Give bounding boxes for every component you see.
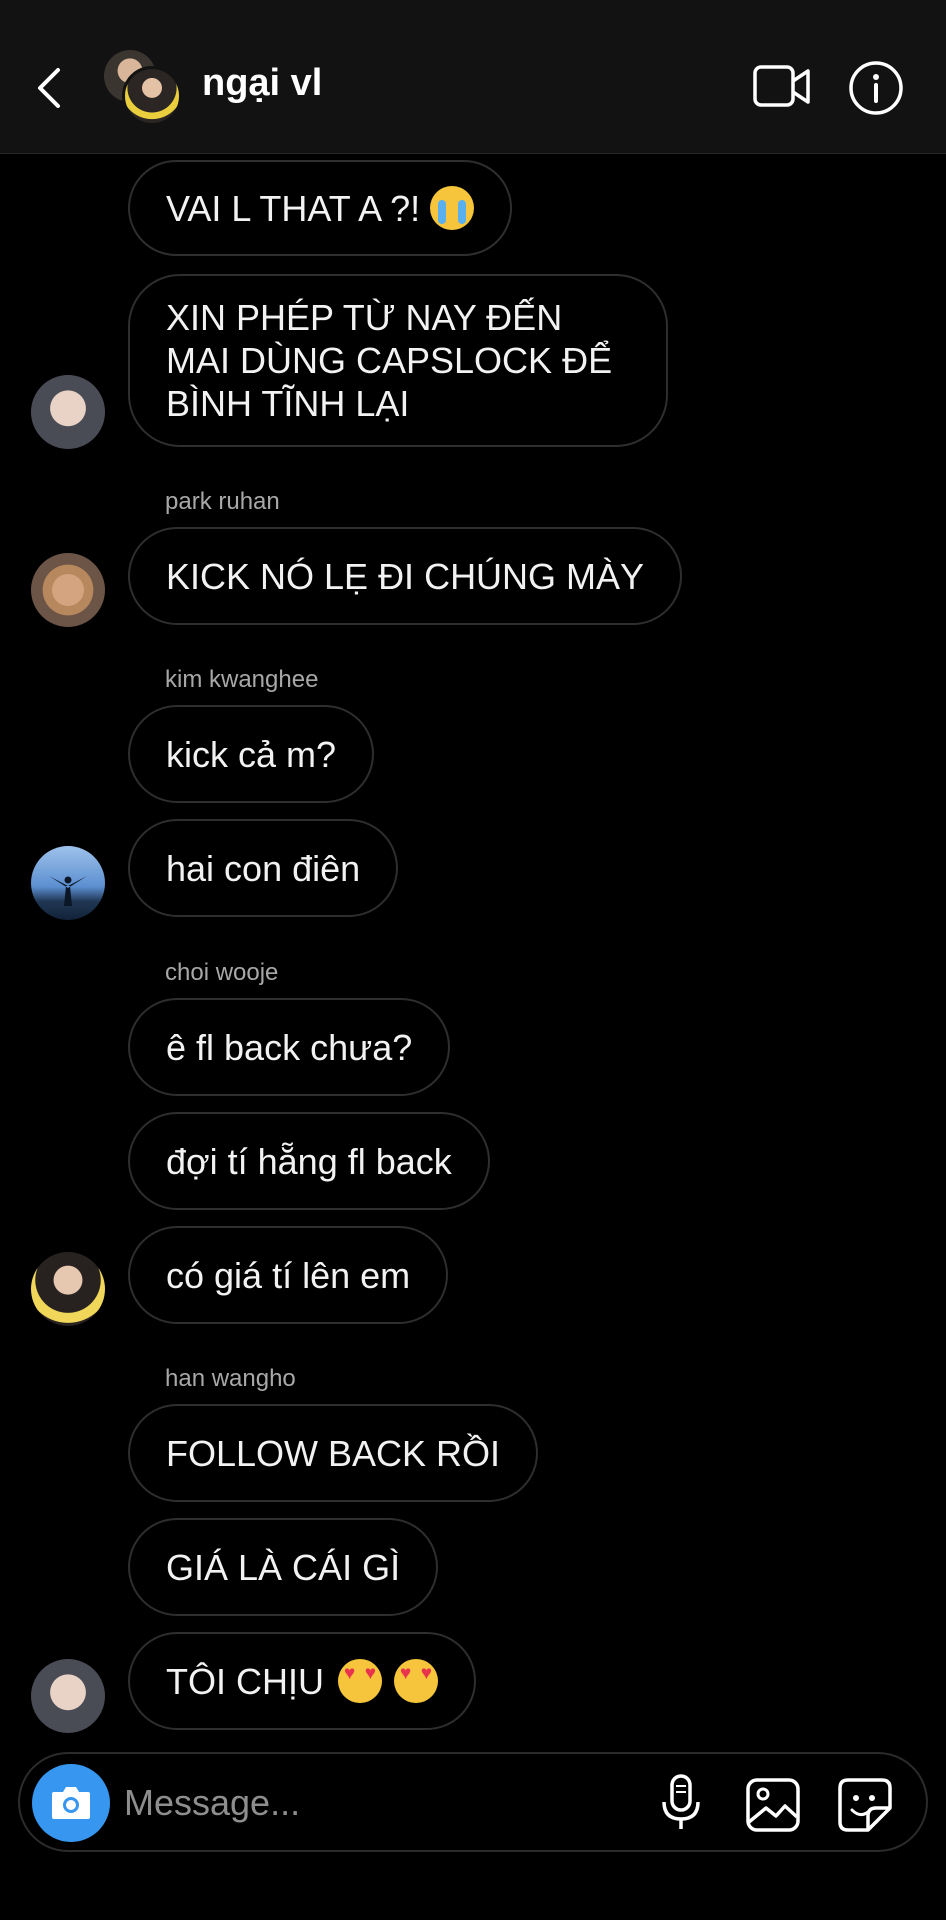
avatar[interactable] — [31, 375, 105, 449]
message-bubble[interactable]: đợi tí hẵng fl back — [128, 1112, 490, 1210]
message-text: hai con điên — [166, 847, 361, 889]
message-text: XIN PHÉP TỪ NAY ĐẾN MAI DÙNG CAPSLOCK ĐỂ… — [166, 297, 613, 424]
message-bubble[interactable]: KICK NÓ LẸ ĐI CHÚNG MÀY — [128, 527, 683, 625]
message-bubble[interactable]: hai con điên — [128, 819, 399, 917]
loudly-crying-face-icon — [430, 186, 475, 230]
message-text: VAI L THAT A ?! — [166, 187, 421, 229]
heart-eyes-emoji-icon — [338, 1659, 382, 1703]
avatar[interactable] — [31, 1252, 105, 1326]
message-bubble[interactable]: ê fl back chưa? — [128, 998, 451, 1096]
message-bubble[interactable]: GIÁ LÀ CÁI GÌ — [128, 1518, 439, 1616]
video-camera-icon — [753, 65, 810, 107]
message-bubble[interactable]: XIN PHÉP TỪ NAY ĐẾN MAI DÙNG CAPSLOCK ĐỂ… — [128, 274, 668, 447]
message-text: TÔI CHỊU — [166, 1660, 324, 1702]
person-silhouette-icon — [49, 876, 87, 906]
back-button[interactable] — [28, 58, 72, 118]
camera-button[interactable] — [32, 1764, 110, 1842]
message-bubble[interactable]: VAI L THAT A ?! — [128, 160, 513, 256]
message-text: GIÁ LÀ CÁI GÌ — [166, 1546, 401, 1588]
avatar[interactable] — [31, 1659, 105, 1733]
sender-name: park ruhan — [165, 488, 280, 515]
avatar[interactable] — [31, 553, 105, 627]
info-button[interactable] — [848, 60, 904, 116]
message-bubble[interactable]: FOLLOW BACK RỒI — [128, 1404, 539, 1502]
group-avatar-member-2 — [122, 66, 182, 126]
sender-name: kim kwanghee — [165, 666, 319, 693]
message-bubble[interactable]: TÔI CHỊU — [128, 1632, 476, 1730]
message-composer — [18, 1752, 928, 1852]
message-text: có giá tí lên em — [166, 1254, 411, 1296]
message-text: kick cả m? — [166, 733, 337, 775]
microphone-icon — [662, 1774, 700, 1829]
chat-screen: ngại vl VAI L THAT A ?! XIN PHÉP TỪ NAY … — [0, 0, 946, 1920]
message-input[interactable] — [124, 1778, 524, 1828]
info-icon — [849, 61, 903, 115]
video-call-button[interactable] — [752, 62, 812, 112]
message-text: ê fl back chưa? — [166, 1026, 413, 1068]
sender-name: han wangho — [165, 1365, 296, 1392]
sticker-icon — [838, 1778, 892, 1832]
message-text: KICK NÓ LẸ ĐI CHÚNG MÀY — [166, 555, 645, 597]
image-gallery-icon — [746, 1778, 800, 1832]
message-text: đợi tí hẵng fl back — [166, 1140, 452, 1182]
message-bubble[interactable]: có giá tí lên em — [128, 1226, 449, 1324]
message-bubble[interactable]: kick cả m? — [128, 705, 375, 803]
gallery-button[interactable] — [744, 1776, 802, 1834]
voice-message-button[interactable] — [656, 1772, 706, 1834]
chat-title[interactable]: ngại vl — [202, 62, 322, 105]
camera-icon — [52, 1787, 90, 1819]
avatar[interactable] — [31, 846, 105, 920]
message-text: FOLLOW BACK RỒI — [166, 1432, 501, 1474]
group-avatar[interactable] — [104, 50, 182, 126]
heart-eyes-emoji-icon — [394, 1659, 438, 1703]
chevron-left-icon — [38, 68, 60, 108]
sender-name: choi wooje — [165, 959, 279, 986]
sticker-button[interactable] — [836, 1776, 894, 1834]
chat-header: ngại vl — [0, 0, 946, 154]
